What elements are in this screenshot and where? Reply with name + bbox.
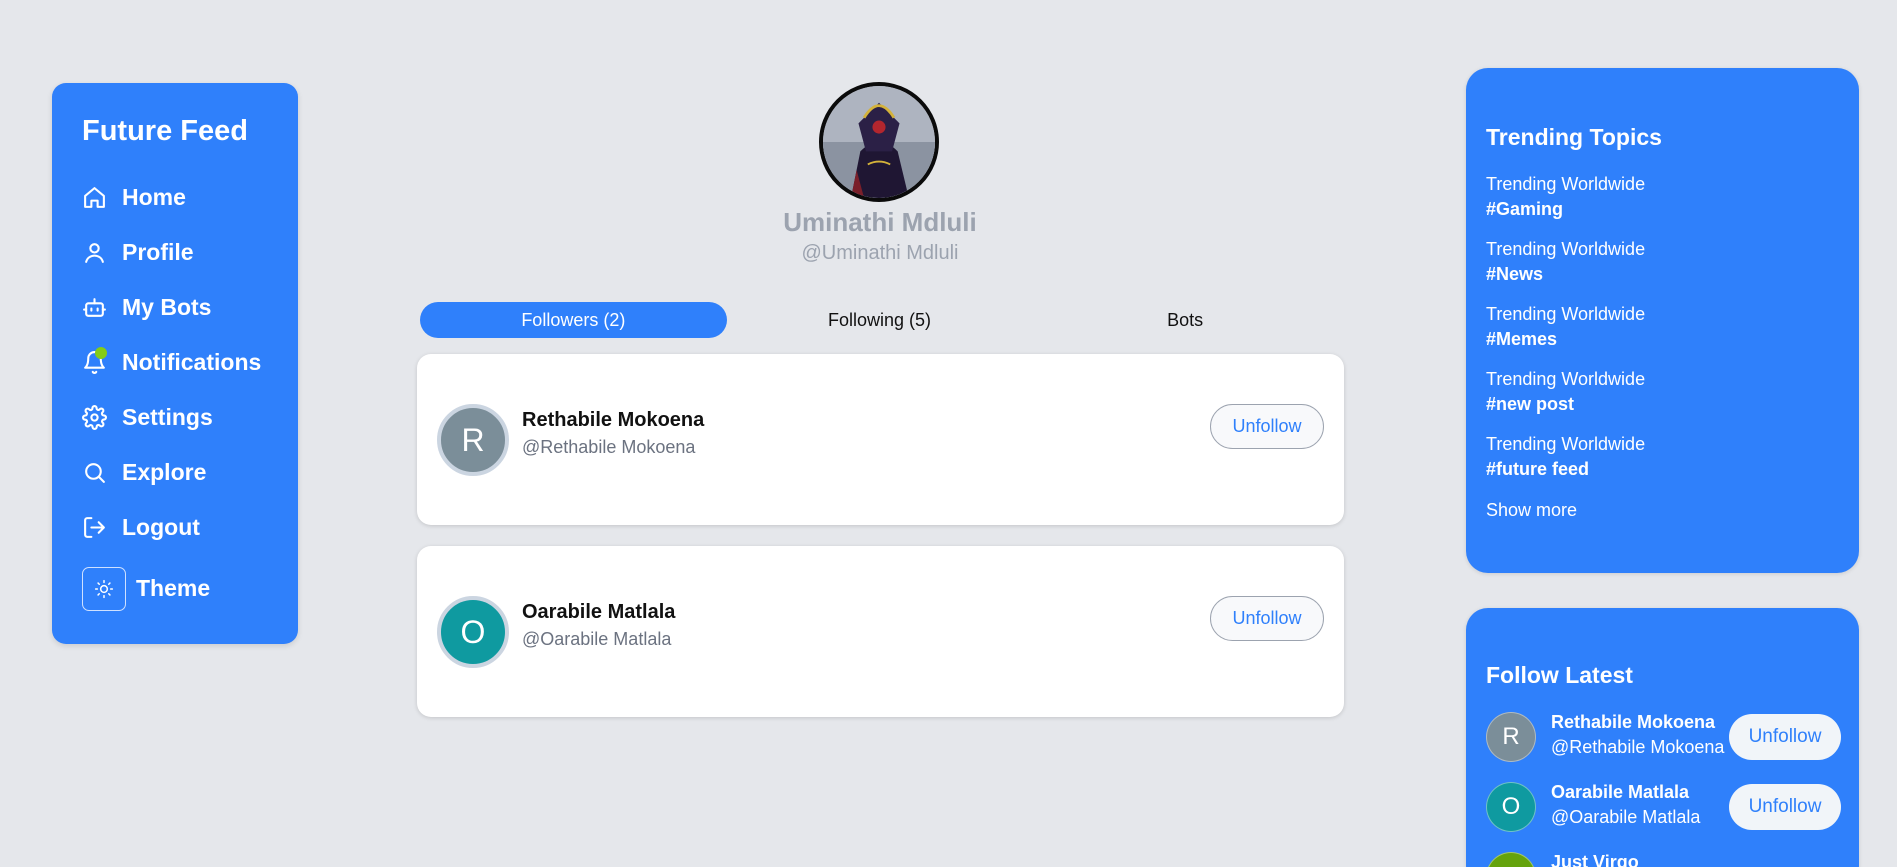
- notification-dot: [95, 346, 107, 359]
- sidebar-item-label: Logout: [122, 514, 200, 540]
- follow-latest-title: Follow Latest: [1486, 662, 1633, 688]
- avatar[interactable]: R: [437, 404, 509, 476]
- follower-name[interactable]: Rethabile Mokoena: [522, 409, 704, 432]
- profile-tabs: Followers (2) Following (5) Bots: [420, 302, 1338, 338]
- trend-item[interactable]: Trending Worldwide #new post: [1486, 369, 1645, 434]
- list-item: O Oarabile Matlala @Oarabile Matlala Unf…: [1486, 782, 1841, 832]
- follower-card: R Rethabile Mokoena @Rethabile Mokoena U…: [417, 354, 1344, 525]
- user-name[interactable]: Just Virgo: [1551, 852, 1639, 867]
- trend-label: Trending Worldwide: [1486, 369, 1646, 389]
- sidebar-item-label: Notifications: [122, 349, 262, 375]
- user-handle: @Rethabile Mokoena: [1551, 737, 1725, 757]
- trending-title: Trending Topics: [1486, 124, 1662, 150]
- theme-toggle[interactable]: Theme: [82, 561, 298, 616]
- sidebar-item-home[interactable]: Home: [82, 170, 298, 225]
- sidebar-item-label: Explore: [122, 459, 207, 485]
- sidebar-item-label: Home: [122, 184, 186, 210]
- tab-following[interactable]: Following (5): [727, 302, 1033, 338]
- home-icon: [82, 185, 122, 211]
- gear-icon: [82, 405, 122, 431]
- sidebar-item-logout[interactable]: Logout: [82, 500, 298, 555]
- trend-tag[interactable]: #Memes: [1486, 329, 1645, 350]
- user-name[interactable]: Rethabile Mokoena: [1551, 712, 1715, 733]
- follower-handle: @Rethabile Mokoena: [522, 437, 696, 457]
- sidebar-item-explore[interactable]: Explore: [82, 445, 298, 500]
- sidebar-item-label: Profile: [122, 239, 194, 265]
- trend-label: Trending Worldwide: [1486, 304, 1646, 324]
- profile-handle: @Uminathi Mdluli: [801, 242, 959, 264]
- show-more-link[interactable]: Show more: [1486, 500, 1577, 521]
- tab-followers[interactable]: Followers (2): [420, 302, 727, 338]
- search-icon: [82, 460, 122, 486]
- user-name[interactable]: Oarabile Matlala: [1551, 782, 1689, 803]
- list-item: J Just Virgo: [1486, 852, 1841, 867]
- avatar[interactable]: R: [1486, 712, 1536, 762]
- brand-title: Future Feed: [82, 115, 248, 147]
- tab-bots[interactable]: Bots: [1032, 302, 1338, 338]
- bot-icon: [82, 295, 122, 321]
- bell-icon: [82, 346, 122, 376]
- trend-label: Trending Worldwide: [1486, 239, 1646, 259]
- list-item: R Rethabile Mokoena @Rethabile Mokoena U…: [1486, 712, 1841, 762]
- trend-tag[interactable]: #future feed: [1486, 459, 1645, 480]
- trend-item[interactable]: Trending Worldwide #Gaming: [1486, 174, 1645, 239]
- trend-item[interactable]: Trending Worldwide #future feed: [1486, 434, 1645, 499]
- sun-icon[interactable]: [82, 566, 126, 611]
- trend-tag[interactable]: #new post: [1486, 394, 1645, 415]
- follower-card: O Oarabile Matlala @Oarabile Matlala Unf…: [417, 546, 1344, 717]
- user-handle: @Oarabile Matlala: [1551, 807, 1701, 827]
- trend-label: Trending Worldwide: [1486, 434, 1646, 454]
- avatar[interactable]: O: [437, 596, 509, 668]
- avatar[interactable]: J: [1486, 852, 1536, 867]
- trend-tag[interactable]: #News: [1486, 264, 1645, 285]
- trend-item[interactable]: Trending Worldwide #Memes: [1486, 304, 1645, 369]
- trending-list: Trending Worldwide #Gaming Trending Worl…: [1486, 174, 1645, 499]
- unfollow-button[interactable]: Unfollow: [1729, 714, 1841, 760]
- trend-tag[interactable]: #Gaming: [1486, 199, 1645, 220]
- sidebar-item-label: Settings: [122, 404, 213, 430]
- sidebar: Future Feed Home Profile My Bots Notific…: [52, 83, 298, 644]
- unfollow-button[interactable]: Unfollow: [1210, 596, 1324, 641]
- trend-label: Trending Worldwide: [1486, 174, 1646, 194]
- trending-panel: Trending Topics Trending Worldwide #Gami…: [1466, 68, 1859, 573]
- sidebar-item-profile[interactable]: Profile: [82, 225, 298, 280]
- theme-label: Theme: [136, 575, 211, 601]
- trend-item[interactable]: Trending Worldwide #News: [1486, 239, 1645, 304]
- profile-name: Uminathi Mdluli: [783, 207, 977, 237]
- user-icon: [82, 240, 122, 266]
- profile-header: Uminathi Mdluli @Uminathi Mdluli: [402, 80, 1358, 270]
- follow-latest-panel: Follow Latest R Rethabile Mokoena @Retha…: [1466, 608, 1859, 867]
- unfollow-button[interactable]: Unfollow: [1729, 784, 1841, 830]
- avatar[interactable]: O: [1486, 782, 1536, 832]
- sidebar-item-settings[interactable]: Settings: [82, 390, 298, 445]
- unfollow-button[interactable]: Unfollow: [1210, 404, 1324, 449]
- follower-name[interactable]: Oarabile Matlala: [522, 601, 675, 624]
- sidebar-item-label: My Bots: [122, 294, 212, 320]
- sidebar-item-my-bots[interactable]: My Bots: [82, 280, 298, 335]
- follower-handle: @Oarabile Matlala: [522, 629, 672, 649]
- profile-avatar[interactable]: [819, 82, 939, 202]
- logout-icon: [82, 515, 122, 541]
- sidebar-item-notifications[interactable]: Notifications: [82, 335, 298, 390]
